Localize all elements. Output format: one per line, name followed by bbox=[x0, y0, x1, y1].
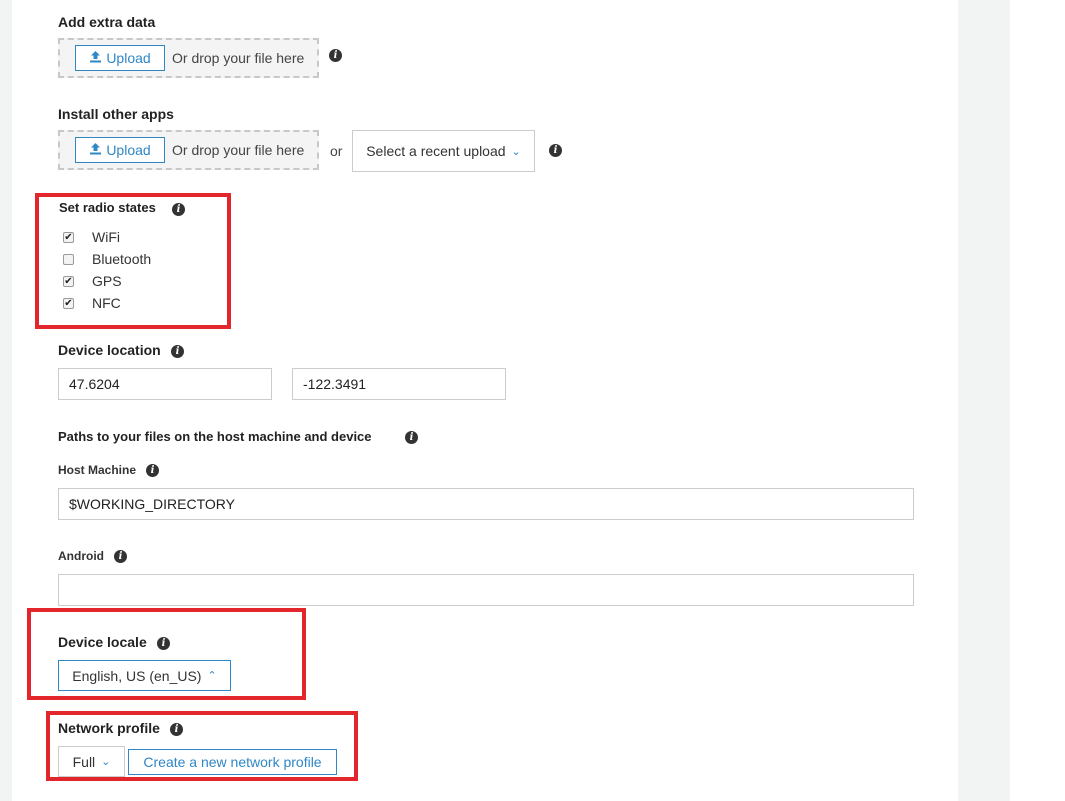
radio-option-nfc[interactable]: ✔ NFC bbox=[63, 292, 151, 314]
longitude-input[interactable]: -122.3491 bbox=[292, 368, 506, 400]
gps-label: GPS bbox=[92, 273, 122, 289]
info-icon[interactable]: i bbox=[329, 49, 342, 62]
host-machine-label: Host Machine bbox=[58, 463, 137, 477]
upload-button-label: Upload bbox=[106, 142, 151, 158]
info-icon[interactable]: i bbox=[114, 550, 127, 563]
bluetooth-checkbox[interactable] bbox=[63, 253, 74, 265]
network-profile-label: Network profile bbox=[58, 720, 160, 736]
device-location-label: Device location bbox=[58, 342, 161, 358]
drop-text: Or drop your file here bbox=[172, 50, 305, 66]
host-machine-input[interactable]: $WORKING_DIRECTORY bbox=[58, 488, 914, 520]
or-text: or bbox=[330, 143, 343, 159]
upload-button-label: Upload bbox=[106, 50, 151, 66]
upload-icon bbox=[89, 50, 102, 66]
device-locale-value: English, US (en_US) bbox=[72, 667, 202, 684]
create-network-profile-button[interactable]: Create a new network profile bbox=[128, 749, 337, 775]
wifi-checkbox[interactable]: ✔ bbox=[63, 231, 74, 243]
radio-states-label: Set radio states bbox=[59, 200, 156, 215]
drop-text: Or drop your file here bbox=[172, 142, 305, 158]
gps-checkbox[interactable]: ✔ bbox=[63, 275, 74, 287]
android-path-input[interactable] bbox=[58, 574, 914, 606]
info-icon[interactable]: i bbox=[171, 345, 184, 358]
nfc-label: NFC bbox=[92, 295, 121, 311]
recent-upload-select-label: Select a recent upload bbox=[366, 143, 506, 159]
android-label: Android bbox=[58, 549, 104, 563]
radio-states-list: ✔ WiFi Bluetooth ✔ GPS ✔ NFC bbox=[63, 226, 151, 314]
info-icon[interactable]: i bbox=[157, 637, 170, 650]
radio-option-gps[interactable]: ✔ GPS bbox=[63, 270, 151, 292]
extra-data-upload-button[interactable]: Upload bbox=[75, 45, 165, 71]
info-icon[interactable]: i bbox=[170, 723, 183, 736]
chevron-down-icon: ⌄ bbox=[511, 145, 521, 158]
info-icon[interactable]: i bbox=[405, 431, 418, 444]
info-icon[interactable]: i bbox=[146, 464, 159, 477]
chevron-down-icon: ⌄ bbox=[101, 756, 111, 768]
install-apps-upload-button[interactable]: Upload bbox=[75, 137, 165, 163]
add-extra-data-label: Add extra data bbox=[58, 14, 156, 30]
latitude-input[interactable]: 47.6204 bbox=[58, 368, 272, 400]
recent-upload-select[interactable]: Select a recent upload ⌄ bbox=[352, 130, 535, 172]
device-locale-label: Device locale bbox=[58, 634, 147, 650]
paths-label: Paths to your files on the host machine … bbox=[58, 429, 372, 444]
wifi-label: WiFi bbox=[92, 229, 120, 245]
radio-option-bluetooth[interactable]: Bluetooth bbox=[63, 248, 151, 270]
bluetooth-label: Bluetooth bbox=[92, 251, 152, 267]
install-apps-dropzone[interactable]: Upload Or drop your file here bbox=[58, 130, 319, 170]
info-icon[interactable]: i bbox=[549, 144, 562, 157]
right-strip bbox=[1010, 0, 1065, 801]
chevron-up-icon: ⌃ bbox=[207, 670, 217, 682]
extra-data-dropzone[interactable]: Upload Or drop your file here bbox=[58, 38, 319, 78]
radio-option-wifi[interactable]: ✔ WiFi bbox=[63, 226, 151, 248]
install-other-apps-label: Install other apps bbox=[58, 106, 174, 122]
nfc-checkbox[interactable]: ✔ bbox=[63, 297, 74, 309]
network-profile-select[interactable]: Full ⌄ bbox=[58, 746, 125, 777]
info-icon[interactable]: i bbox=[172, 203, 185, 216]
device-locale-select[interactable]: English, US (en_US) ⌃ bbox=[58, 660, 231, 691]
upload-icon bbox=[89, 142, 102, 158]
network-profile-value: Full bbox=[72, 753, 96, 770]
